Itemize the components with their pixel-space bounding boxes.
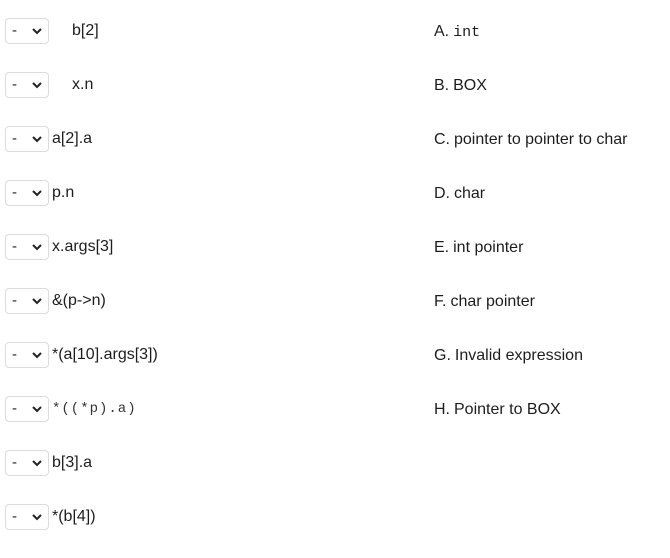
match-row: - &(p->n) xyxy=(5,288,405,342)
chevron-down-icon xyxy=(32,136,42,143)
answer-select[interactable]: - xyxy=(5,126,49,152)
option-letter: D. xyxy=(434,185,450,202)
option-text: int xyxy=(453,24,481,41)
option-letter: H. xyxy=(434,401,450,418)
option-text: pointer to pointer to char xyxy=(454,131,628,148)
answer-select[interactable]: - xyxy=(5,450,49,476)
chevron-down-icon xyxy=(32,298,42,305)
expression-label: *(b[4]) xyxy=(52,508,96,525)
answer-option: F. char pointer xyxy=(434,291,627,345)
selected-value: - xyxy=(12,346,17,363)
selected-value: - xyxy=(12,184,17,201)
expression-label: x.args[3] xyxy=(52,238,114,255)
option-letter: C. xyxy=(434,131,450,148)
match-row: - a[2].a xyxy=(5,126,405,180)
answer-option: C. pointer to pointer to char xyxy=(434,129,627,183)
answer-select[interactable]: - xyxy=(5,234,49,260)
selected-value: - xyxy=(12,400,17,417)
answer-select[interactable]: - xyxy=(5,18,49,44)
selected-value: - xyxy=(12,130,17,147)
match-row: - p.n xyxy=(5,180,405,234)
answer-select[interactable]: - xyxy=(5,396,49,422)
option-text: char pointer xyxy=(450,293,535,310)
chevron-down-icon xyxy=(32,28,42,35)
answer-option: E. int pointer xyxy=(434,237,627,291)
answer-option: A. int xyxy=(434,21,627,75)
answer-select[interactable]: - xyxy=(5,504,49,530)
selected-value: - xyxy=(12,22,17,39)
match-row: - *(a[10].args[3]) xyxy=(5,342,405,396)
answer-select[interactable]: - xyxy=(5,288,49,314)
option-text: char xyxy=(454,185,486,202)
selected-value: - xyxy=(12,508,17,525)
option-text: Invalid expression xyxy=(454,347,583,364)
selected-value: - xyxy=(12,454,17,471)
chevron-down-icon xyxy=(32,82,42,89)
match-row: - x.n xyxy=(5,72,405,126)
selected-value: - xyxy=(12,292,17,309)
option-letter: F. xyxy=(434,293,447,310)
chevron-down-icon xyxy=(32,244,42,251)
expression-label: x.n xyxy=(72,76,94,93)
match-row: - b[2] xyxy=(5,18,405,72)
option-letter: E. xyxy=(434,239,450,256)
option-letter: A. xyxy=(434,23,450,40)
match-row: - x.args[3] xyxy=(5,234,405,288)
option-letter: G. xyxy=(434,347,451,364)
expression-label: a[2].a xyxy=(52,130,93,147)
chevron-down-icon xyxy=(32,460,42,467)
expression-label: *((*p).a) xyxy=(52,401,137,417)
selected-value: - xyxy=(12,238,17,255)
match-row: - *(b[4]) xyxy=(5,504,405,558)
answer-select[interactable]: - xyxy=(5,180,49,206)
answer-select[interactable]: - xyxy=(5,342,49,368)
chevron-down-icon xyxy=(32,190,42,197)
answer-option: G. Invalid expression xyxy=(434,345,627,399)
option-text: Pointer to BOX xyxy=(454,401,561,418)
expression-label: p.n xyxy=(52,184,75,201)
answer-option: B. BOX xyxy=(434,75,627,129)
expression-label: b[3].a xyxy=(52,454,93,471)
chevron-down-icon xyxy=(32,352,42,359)
answer-options-list: A. int B. BOX C. pointer to pointer to char… xyxy=(434,21,627,453)
expression-list: - b[2] - x.n - a[2].a - p.n - x.args[3] xyxy=(5,18,405,558)
expression-label: &(p->n) xyxy=(52,292,106,309)
answer-option: D. char xyxy=(434,183,627,237)
match-row: - b[3].a xyxy=(5,450,405,504)
option-text: int pointer xyxy=(453,239,524,256)
option-letter: B. xyxy=(434,77,450,94)
expression-label: *(a[10].args[3]) xyxy=(52,346,158,363)
match-row: - *((*p).a) xyxy=(5,396,405,450)
option-text: BOX xyxy=(453,77,487,94)
chevron-down-icon xyxy=(32,406,42,413)
expression-label: b[2] xyxy=(72,22,99,39)
answer-option: H. Pointer to BOX xyxy=(434,399,627,453)
chevron-down-icon xyxy=(32,514,42,521)
answer-select[interactable]: - xyxy=(5,72,49,98)
selected-value: - xyxy=(12,76,17,93)
